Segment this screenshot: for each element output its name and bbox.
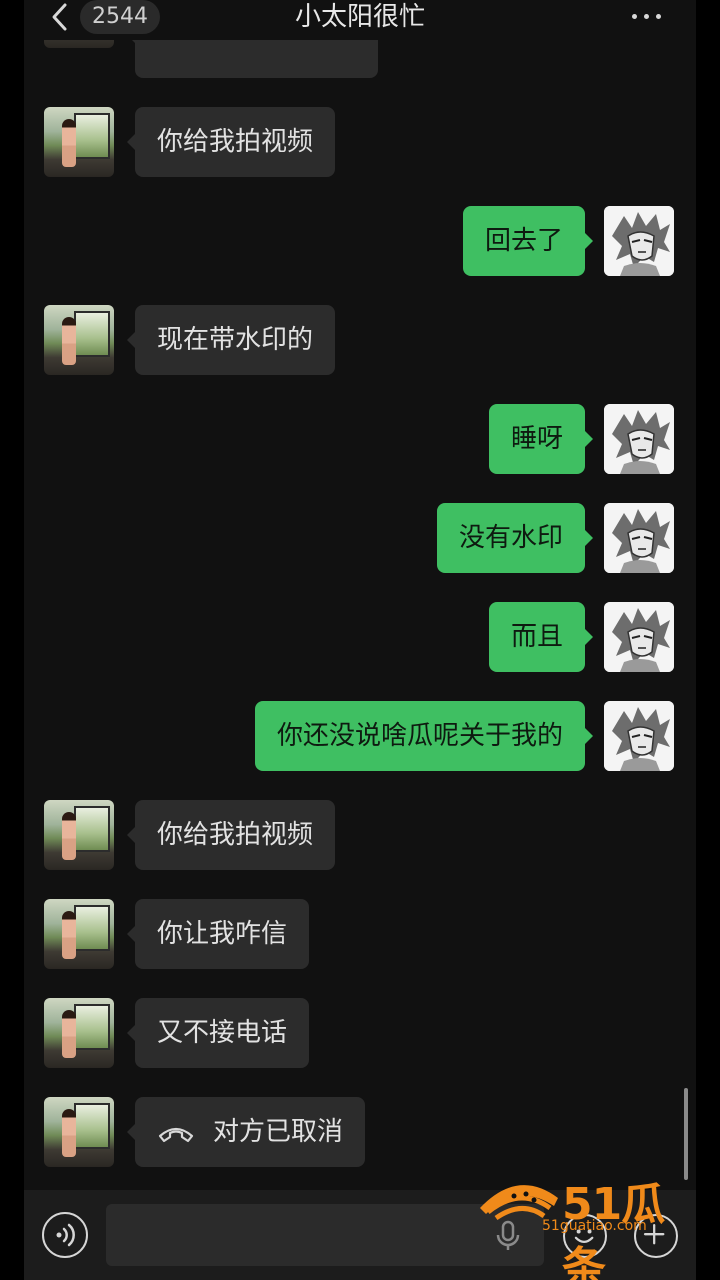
outgoing-message-bubble[interactable]: 睡呀: [489, 404, 593, 474]
incoming-message-bubble[interactable]: 对方已取消: [127, 1097, 365, 1167]
outgoing-message-bubble[interactable]: 你还没说啥瓜呢关于我的: [255, 701, 593, 771]
voice-icon[interactable]: [42, 1212, 88, 1258]
outgoing-message-bubble[interactable]: 而且: [489, 602, 593, 672]
message-row: 你给我拍视频: [24, 107, 696, 177]
message-text: 你给我拍视频: [157, 820, 314, 850]
my-avatar[interactable]: [604, 206, 674, 276]
more-dots-icon[interactable]: [630, 6, 664, 26]
message-text: 你让我咋信: [157, 919, 288, 949]
incoming-message-bubble[interactable]: 你给我拍视频: [127, 800, 335, 870]
message-text: 你还没说啥瓜呢关于我的: [277, 721, 564, 751]
watermark-url: 51guatiao.com: [542, 1218, 647, 1234]
contact-avatar[interactable]: [44, 800, 114, 870]
message-text: 对方已取消: [213, 1117, 344, 1147]
message-row: 又不接电话: [24, 998, 696, 1068]
message-text: 没有水印: [459, 523, 564, 553]
message-text: 现在带水印的: [157, 325, 314, 355]
message-row: 现在带水印的: [24, 305, 696, 375]
message-text: 又不接电话: [157, 1018, 288, 1048]
contact-avatar[interactable]: [44, 899, 114, 969]
incoming-message-bubble[interactable]: 你让我咋信: [127, 899, 309, 969]
message-row: 睡呀: [24, 404, 696, 474]
my-avatar[interactable]: [604, 503, 674, 573]
incoming-message-bubble[interactable]: 你给我拍视频: [127, 107, 335, 177]
contact-avatar[interactable]: [44, 107, 114, 177]
chat-screen: 你给我拍视频 回去了 现在带水印的 睡呀 没有水印 而且 你还没说啥瓜呢关于我的 你给我拍视频…: [24, 0, 696, 1280]
message-row: 没有水印: [24, 503, 696, 573]
message-text: 回去了: [485, 226, 564, 256]
watermark-logo: 51瓜条 51guatiao.com: [470, 1168, 700, 1280]
my-avatar[interactable]: [604, 404, 674, 474]
outgoing-message-bubble[interactable]: 没有水印: [437, 503, 593, 573]
message-text: 而且: [511, 622, 564, 652]
message-row: 你给我拍视频: [24, 800, 696, 870]
message-row: 你让我咋信: [24, 899, 696, 969]
message-text: 睡呀: [511, 424, 564, 454]
scrollbar[interactable]: [684, 1088, 688, 1180]
my-avatar[interactable]: [604, 701, 674, 771]
my-avatar[interactable]: [604, 602, 674, 672]
message-row: 对方已取消: [24, 1097, 696, 1167]
contact-avatar[interactable]: [44, 305, 114, 375]
message-row: 你还没说啥瓜呢关于我的: [24, 701, 696, 771]
incoming-message-bubble[interactable]: 现在带水印的: [127, 305, 335, 375]
contact-avatar[interactable]: [44, 1097, 114, 1167]
chat-header: 2544 小太阳很忙: [24, 0, 696, 40]
message-row: 而且: [24, 602, 696, 672]
message-row: 回去了: [24, 206, 696, 276]
phone-hangup-icon: [158, 1127, 194, 1142]
message-text: 你给我拍视频: [157, 127, 314, 157]
contact-avatar[interactable]: [44, 998, 114, 1068]
chat-title: 小太阳很忙: [294, 2, 425, 32]
outgoing-message-bubble[interactable]: 回去了: [463, 206, 593, 276]
incoming-message-bubble[interactable]: 又不接电话: [127, 998, 309, 1068]
